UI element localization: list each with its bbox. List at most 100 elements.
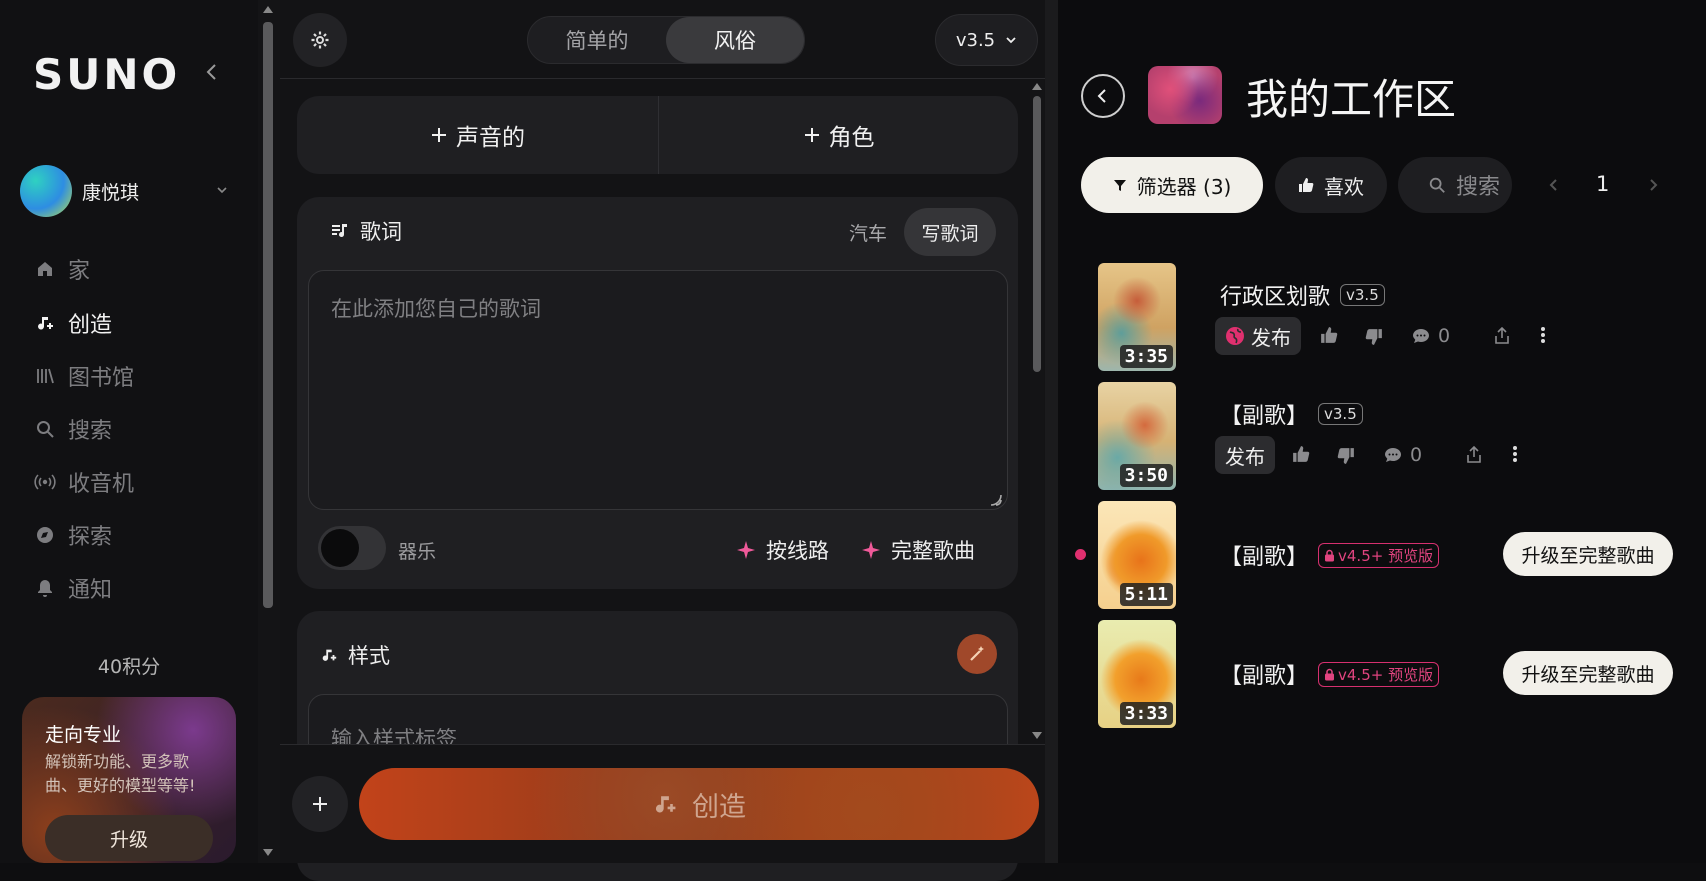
search-placeholder: 搜索: [1456, 175, 1501, 200]
version-select[interactable]: v3.5: [935, 14, 1038, 66]
upgrade-full-song-button[interactable]: 升级至完整歌曲: [1503, 651, 1673, 695]
version-badge: v4.5+ 预览版: [1318, 661, 1440, 687]
nav-label: 家: [68, 259, 91, 284]
create-scroll-thumb[interactable]: [1033, 96, 1041, 372]
avatar[interactable]: [20, 165, 72, 217]
song-title[interactable]: 【副歌】: [1220, 539, 1308, 571]
comments-button[interactable]: 0: [1384, 444, 1422, 466]
publish-button[interactable]: 发布: [1215, 436, 1275, 474]
nav-label: 图书馆: [68, 366, 135, 391]
comment-count: 0: [1438, 325, 1451, 347]
workspace-search-input[interactable]: 搜索: [1398, 157, 1512, 213]
scroll-down-icon[interactable]: [262, 848, 274, 858]
lock-icon: [1324, 668, 1335, 681]
more-options-icon[interactable]: [1512, 445, 1518, 463]
collapse-sidebar-icon[interactable]: [200, 60, 224, 84]
comment-count: 0: [1410, 444, 1423, 466]
by-line-button[interactable]: 按线路: [736, 530, 829, 570]
comment-icon: [1384, 446, 1402, 464]
scroll-up-icon[interactable]: [1032, 82, 1042, 90]
sidebar-scroll-thumb[interactable]: [263, 22, 273, 608]
radio-icon: [34, 471, 56, 493]
dislike-button[interactable]: [1337, 447, 1355, 465]
add-vocal-button[interactable]: 声音的: [297, 96, 658, 174]
search-icon: [34, 418, 56, 440]
new-indicator-dot: [1075, 549, 1086, 560]
nav-item-search[interactable]: 搜索: [34, 412, 234, 446]
liked-label: 喜欢: [1324, 174, 1364, 199]
music-note-plus-icon: [652, 791, 678, 817]
song-duration: 5:11: [1119, 583, 1173, 606]
bell-icon: [34, 577, 56, 599]
chevron-down-icon[interactable]: [215, 183, 229, 197]
version-badge-label: v4.5+ 预览版: [1338, 546, 1434, 565]
plus-icon: [430, 126, 448, 144]
liked-filter-button[interactable]: 喜欢: [1275, 157, 1387, 213]
scroll-up-icon[interactable]: [262, 4, 274, 14]
tab-simple[interactable]: 简单的: [528, 17, 666, 63]
song-duration: 3:33: [1119, 702, 1173, 725]
song-cover[interactable]: 3:33: [1098, 620, 1176, 728]
version-badge-label: v4.5+ 预览版: [1338, 665, 1434, 684]
share-button[interactable]: [1466, 446, 1482, 464]
like-button[interactable]: [1320, 326, 1338, 344]
lyrics-input[interactable]: [308, 270, 1008, 510]
style-title: 样式: [348, 644, 390, 668]
tab-write-lyrics[interactable]: 写歌词: [904, 208, 996, 256]
prev-page-icon[interactable]: [1547, 172, 1559, 198]
upgrade-full-song-button[interactable]: 升级至完整歌曲: [1503, 532, 1673, 576]
nav-label: 通知: [68, 578, 113, 603]
song-title-row: 【副歌】 v4.5+ 预览版: [1220, 539, 1440, 571]
nav-label: 收音机: [68, 472, 135, 497]
tab-auto-lyrics[interactable]: 汽车: [838, 210, 898, 254]
song-cover[interactable]: 3:35: [1098, 263, 1176, 371]
comments-button[interactable]: 0: [1412, 325, 1450, 347]
add-vocal-label: 声音的: [456, 125, 525, 151]
plus-icon: [803, 126, 821, 144]
filter-label: 筛选器 (3): [1136, 174, 1232, 199]
back-button[interactable]: [1081, 74, 1125, 118]
dislike-button[interactable]: [1365, 328, 1383, 346]
like-button[interactable]: [1292, 445, 1310, 463]
nav-item-radio[interactable]: 收音机: [34, 465, 234, 499]
tab-custom[interactable]: 风俗: [666, 17, 804, 63]
full-song-button[interactable]: 完整歌曲: [861, 530, 975, 570]
add-persona-button[interactable]: 角色: [659, 96, 1018, 174]
nav-item-notifications[interactable]: 通知: [34, 571, 234, 605]
nav-label: 探索: [68, 525, 113, 550]
song-cover[interactable]: 3:50: [1098, 382, 1176, 490]
chevron-left-icon: [1094, 87, 1112, 105]
user-name[interactable]: 康悦琪: [82, 178, 139, 205]
song-title-row: 行政区划歌 v3.5: [1220, 279, 1385, 311]
share-button[interactable]: [1494, 327, 1510, 345]
nav-item-create[interactable]: 创造: [34, 306, 234, 340]
upgrade-button[interactable]: 升级: [45, 815, 213, 861]
panel-divider[interactable]: [1045, 0, 1058, 863]
workspace-cover: [1148, 66, 1222, 124]
song-title[interactable]: 【副歌】: [1220, 398, 1308, 430]
suno-logo[interactable]: SUNO: [33, 50, 180, 99]
song-cover[interactable]: 5:11: [1098, 501, 1176, 609]
next-page-icon[interactable]: [1648, 172, 1660, 198]
song-title[interactable]: 行政区划歌: [1220, 279, 1330, 311]
publish-label: 发布: [1225, 444, 1265, 469]
more-options-icon[interactable]: [1540, 326, 1546, 344]
add-button[interactable]: [292, 776, 348, 832]
song-title[interactable]: 【副歌】: [1220, 658, 1308, 690]
create-button[interactable]: 创造: [359, 768, 1039, 840]
scroll-down-icon[interactable]: [1032, 732, 1042, 740]
nav-item-home[interactable]: 家: [34, 252, 234, 286]
nav-item-library[interactable]: 图书馆: [34, 359, 234, 393]
song-duration: 3:35: [1119, 345, 1173, 368]
lyrics-icon: [330, 221, 350, 241]
magic-wand-button[interactable]: [957, 634, 997, 674]
resize-handle-icon[interactable]: [988, 492, 1002, 506]
style-header: 样式: [320, 640, 390, 670]
song-title-row: 【副歌】 v4.5+ 预览版: [1220, 658, 1440, 690]
full-song-label: 完整歌曲: [891, 539, 975, 563]
version-label: v3.5: [955, 29, 996, 51]
filter-button[interactable]: 筛选器 (3): [1081, 157, 1263, 213]
nav-item-explore[interactable]: 探索: [34, 518, 234, 552]
publish-button[interactable]: 发布: [1215, 317, 1301, 355]
settings-button[interactable]: [293, 13, 347, 67]
